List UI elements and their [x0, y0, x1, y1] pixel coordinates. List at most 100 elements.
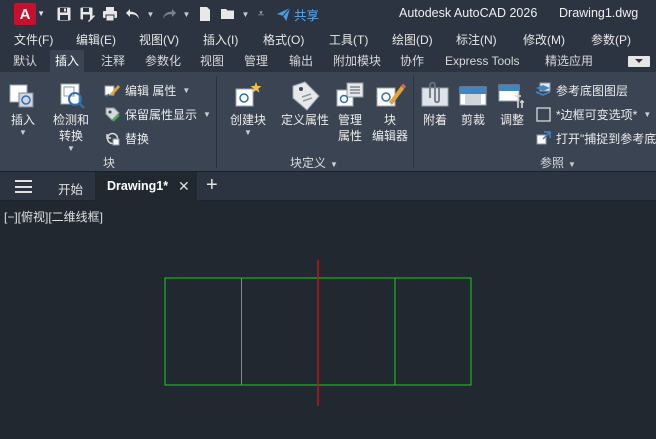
create-block-icon: [235, 82, 262, 107]
application-menu-button[interactable]: A ▼: [14, 3, 45, 25]
block-panel-title[interactable]: 块: [103, 154, 115, 171]
detect-convert-button[interactable]: 检测和 转换 ▼: [50, 80, 92, 153]
attach-button[interactable]: 附着: [418, 80, 452, 128]
tab-insert[interactable]: 插入: [50, 50, 85, 72]
menu-dimension[interactable]: 标注(N): [456, 31, 497, 48]
chevron-down-icon: ▼: [568, 160, 576, 169]
menu-format[interactable]: 格式(O): [263, 31, 304, 48]
tab-drawing1[interactable]: Drawing1* ✕: [95, 172, 197, 201]
replace-icon: [106, 132, 120, 145]
underlay-layers-button[interactable]: 参考底图图层: [535, 81, 628, 99]
save-icon[interactable]: [54, 4, 73, 24]
hamburger-menu-icon[interactable]: [15, 180, 32, 193]
clip-icon: [459, 86, 487, 106]
snap-to-underlay-label: 打开"捕捉到参考底: [556, 131, 656, 146]
ribbon-minimize-toggle[interactable]: [628, 56, 650, 67]
insert-block-icon: [9, 84, 34, 108]
tab-addins[interactable]: 附加模块: [328, 50, 386, 72]
block-editor-button[interactable]: 块 编辑器: [370, 80, 410, 144]
replace-button[interactable]: 替换: [104, 129, 149, 147]
adjust-button[interactable]: 调整: [495, 80, 529, 128]
tab-output[interactable]: 输出: [284, 50, 318, 72]
tab-default[interactable]: 默认: [8, 50, 42, 72]
chevron-down-icon: ▼: [19, 128, 27, 137]
menu-draw[interactable]: 绘图(D): [392, 31, 433, 48]
drawing-area[interactable]: [0, 201, 656, 439]
replace-label: 替换: [125, 131, 150, 146]
tab-view[interactable]: 视图: [195, 50, 229, 72]
snap-to-underlay-button[interactable]: 打开"捕捉到参考底: [535, 129, 656, 147]
chevron-down-icon: ▼: [182, 85, 191, 95]
tab-featured-apps[interactable]: 精选应用: [540, 50, 598, 72]
tag-icon: [292, 81, 320, 111]
title-bar: A ▼ ▼ ▼ ▼ ⩡ 共享 Autodesk AutoCAD 2026 Dra…: [0, 0, 656, 28]
close-icon[interactable]: ✕: [178, 178, 190, 195]
tab-collaborate[interactable]: 协作: [395, 50, 429, 72]
chevron-down-icon: ▼: [203, 109, 211, 119]
open-folder-icon[interactable]: [218, 4, 237, 24]
quick-access-toolbar: ▼ ▼ ▼ ⩡ 共享: [54, 4, 319, 24]
clip-button[interactable]: 剪裁: [456, 80, 490, 128]
chevron-down-icon: ▼: [67, 144, 75, 153]
drawing-canvas[interactable]: [−][俯视][二维线框]: [0, 201, 656, 439]
block-editor-label-line2: 编辑器: [371, 129, 408, 143]
send-icon: [276, 7, 291, 21]
app-title: Autodesk AutoCAD 2026: [399, 6, 538, 20]
chevron-down-icon: ▼: [643, 109, 652, 119]
snap-underlay-icon: [536, 130, 551, 144]
print-icon[interactable]: [100, 4, 119, 24]
open-dropdown-icon[interactable]: ▼: [241, 4, 250, 24]
menu-parametric[interactable]: 参数(P): [591, 31, 631, 48]
chevron-down-icon: ▼: [37, 9, 45, 18]
menu-file[interactable]: 文件(F): [14, 31, 53, 48]
ribbon-tab-bar: 默认 插入 注释 参数化 视图 管理 输出 附加模块 协作 Express To…: [0, 50, 656, 72]
tab-start[interactable]: 开始: [58, 179, 83, 198]
block-editor-label-line1: 块: [383, 113, 396, 127]
create-block-label: 创建块: [229, 113, 266, 127]
menu-tools[interactable]: 工具(T): [329, 31, 368, 48]
customize-qat-icon[interactable]: ⩡: [254, 4, 268, 24]
menu-edit[interactable]: 编辑(E): [76, 31, 116, 48]
retain-attribute-icon: [105, 107, 120, 122]
insert-block-label: 插入: [10, 113, 35, 127]
detect-label-line1: 检测和: [52, 113, 89, 127]
define-attribute-label: 定义属性: [280, 113, 329, 127]
tab-manage[interactable]: 管理: [239, 50, 273, 72]
panel-divider: [413, 76, 414, 168]
reference-panel-title[interactable]: 参照 ▼: [540, 154, 576, 171]
edit-attribute-label: 编辑 属性: [125, 83, 177, 98]
new-file-icon[interactable]: [195, 4, 214, 24]
reference-title-text: 参照: [540, 156, 565, 170]
frame-variable-button[interactable]: *边框可变选项* ▼: [535, 105, 651, 123]
edit-attribute-button[interactable]: 编辑 属性 ▼: [104, 81, 190, 99]
panel-divider: [216, 76, 217, 168]
manage-attributes-icon: [336, 82, 364, 107]
manage-attributes-button[interactable]: 管理 属性: [333, 80, 367, 144]
define-attribute-button[interactable]: 定义属性: [278, 80, 332, 128]
file-tab-bar: 开始 Drawing1* ✕ +: [0, 172, 656, 201]
undo-dropdown-icon[interactable]: ▼: [146, 4, 155, 24]
drawing-tab-label: Drawing1*: [107, 179, 169, 193]
ribbon-panel: 插入 ▼ 检测和 转换 ▼ 编辑 属性 ▼ 保留属性显示 ▼ 替换 块 创建块 …: [0, 72, 656, 172]
block-definition-panel-title[interactable]: 块定义 ▼: [290, 154, 338, 171]
save-as-icon[interactable]: [77, 4, 96, 24]
tab-parametric[interactable]: 参数化: [140, 50, 186, 72]
manage-label-line1: 管理: [337, 113, 362, 127]
retain-attribute-label: 保留属性显示: [125, 107, 198, 122]
menu-view[interactable]: 视图(V): [139, 31, 179, 48]
menu-modify[interactable]: 修改(M): [523, 31, 565, 48]
underlay-layers-icon: [535, 82, 551, 96]
create-block-button[interactable]: 创建块 ▼: [227, 80, 269, 137]
redo-dropdown-icon[interactable]: ▼: [182, 4, 191, 24]
share-button[interactable]: 共享: [276, 5, 319, 24]
detect-convert-icon: [60, 83, 85, 109]
redo-icon[interactable]: [159, 4, 178, 24]
underlay-layers-label: 参考底图图层: [556, 83, 629, 98]
tab-annotate[interactable]: 注释: [96, 50, 130, 72]
retain-attribute-display-button[interactable]: 保留属性显示 ▼: [104, 105, 211, 123]
new-tab-icon[interactable]: +: [206, 174, 218, 197]
undo-icon[interactable]: [123, 4, 142, 24]
menu-insert[interactable]: 插入(I): [203, 31, 238, 48]
insert-block-button[interactable]: 插入 ▼: [5, 80, 41, 137]
tab-express-tools[interactable]: Express Tools: [440, 50, 524, 72]
